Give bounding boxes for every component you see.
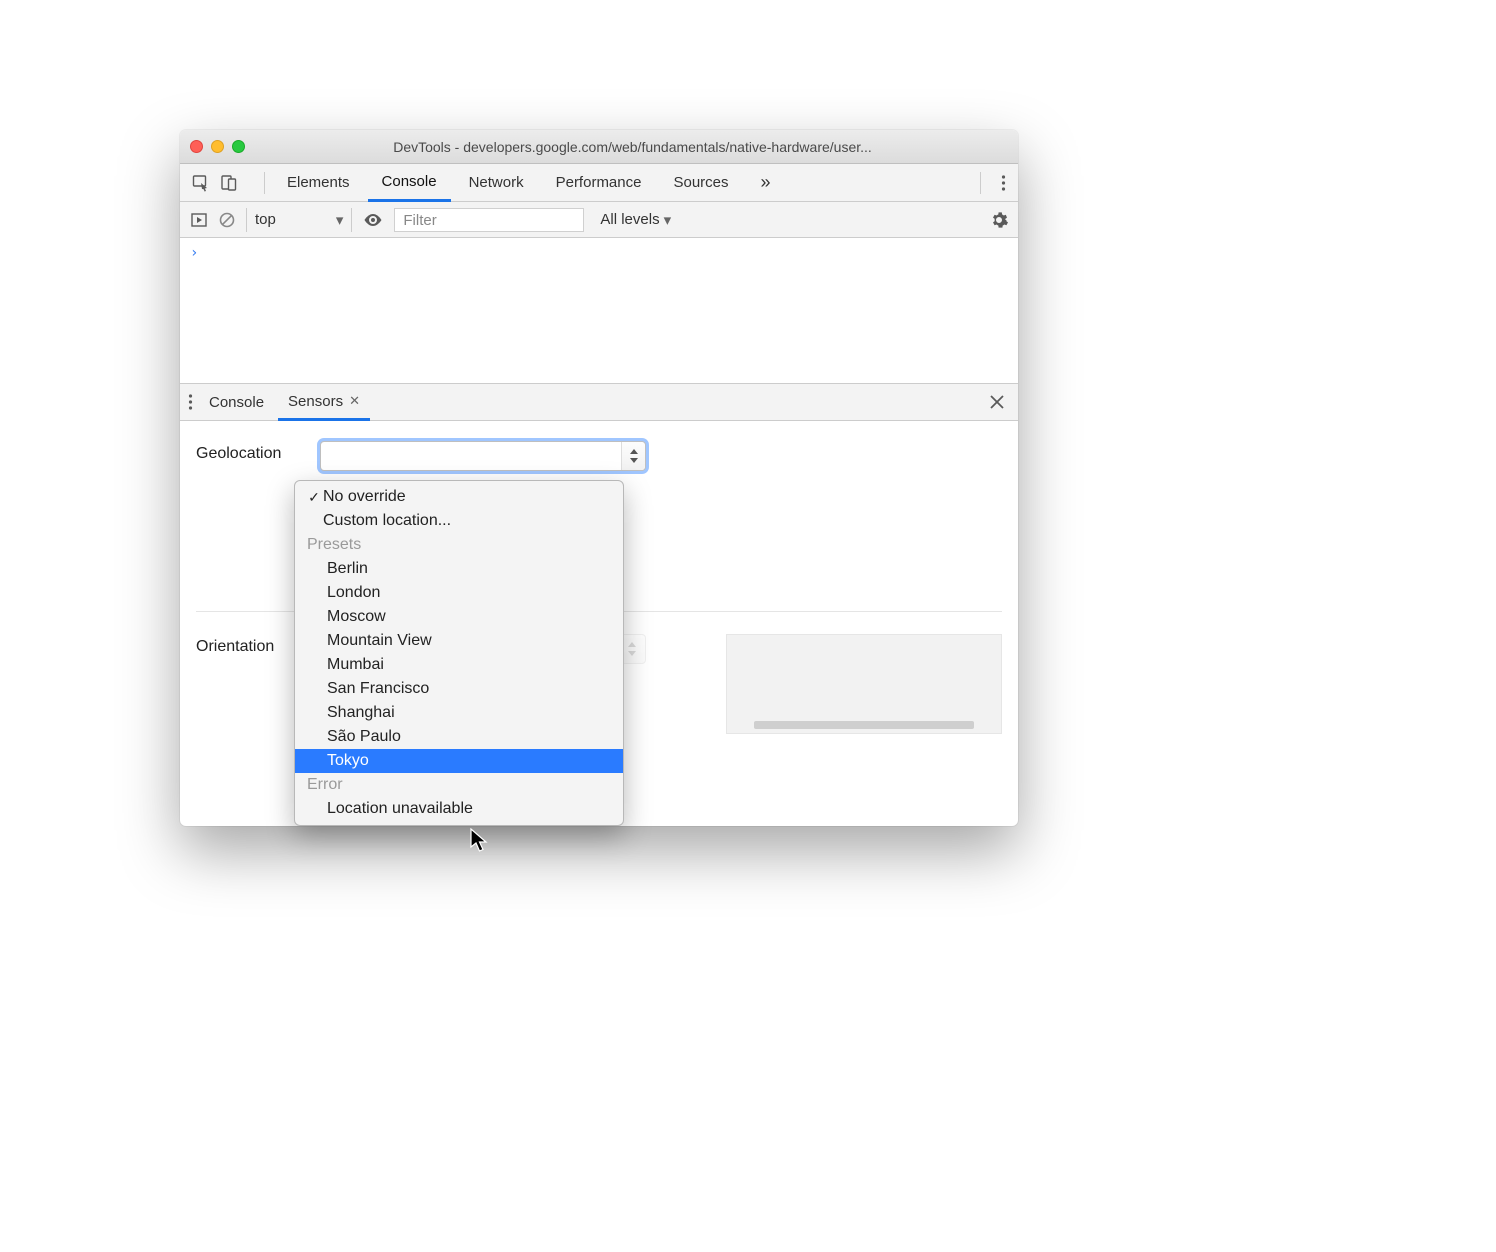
drawer-tab-sensors-label: Sensors [288, 393, 343, 410]
window-title: DevTools - developers.google.com/web/fun… [257, 139, 1008, 155]
dropdown-item-label: Custom location... [323, 512, 451, 530]
drawer-tab-sensors[interactable]: Sensors ✕ [278, 384, 370, 421]
execute-icon[interactable] [190, 211, 208, 229]
dropdown-item-shanghai[interactable]: Shanghai [295, 701, 623, 725]
tab-console[interactable]: Console [368, 164, 451, 202]
drawer-kebab-icon[interactable] [188, 393, 193, 411]
orientation-preview-device [754, 721, 974, 729]
divider [264, 172, 265, 194]
dropdown-item-location-unavailable[interactable]: Location unavailable [295, 797, 623, 821]
dropdown-item-mumbai[interactable]: Mumbai [295, 653, 623, 677]
dropdown-item-sao-paulo[interactable]: São Paulo [295, 725, 623, 749]
geolocation-row: Geolocation [196, 441, 1002, 471]
main-toolbar: Elements Console Network Performance Sou… [180, 164, 1018, 202]
tab-network[interactable]: Network [455, 164, 538, 201]
dropdown-item-no-override[interactable]: ✓ No override [295, 485, 623, 509]
clear-console-icon[interactable] [218, 211, 236, 229]
kebab-menu-icon[interactable] [1001, 174, 1006, 192]
geolocation-dropdown: ✓ No override Custom location... Presets… [294, 480, 624, 826]
panel-tabs: Elements Console Network Performance Sou… [273, 164, 785, 201]
close-window-button[interactable] [190, 140, 203, 153]
divider [980, 172, 981, 194]
window-titlebar: DevTools - developers.google.com/web/fun… [180, 130, 1018, 164]
dropdown-item-moscow[interactable]: Moscow [295, 605, 623, 629]
tabs-overflow-button[interactable]: » [747, 164, 785, 201]
dropdown-caret-icon: ▾ [664, 211, 672, 229]
dropdown-item-berlin[interactable]: Berlin [295, 557, 623, 581]
log-levels-selector[interactable]: All levels ▾ [600, 211, 671, 229]
console-prompt: › [190, 245, 198, 261]
geolocation-select[interactable] [320, 441, 646, 471]
log-levels-label: All levels [600, 211, 659, 228]
geolocation-label: Geolocation [196, 441, 306, 463]
console-toolbar: top ▾ Filter All levels ▾ [180, 202, 1018, 238]
live-expression-icon[interactable] [362, 212, 384, 228]
device-toolbar-icon[interactable] [220, 174, 238, 192]
check-icon: ✓ [305, 489, 323, 506]
traffic-lights [190, 140, 245, 153]
dropdown-item-mountain-view[interactable]: Mountain View [295, 629, 623, 653]
tab-performance[interactable]: Performance [542, 164, 656, 201]
close-drawer-icon[interactable] [990, 395, 1010, 409]
select-arrows-icon [621, 442, 645, 470]
console-settings-icon[interactable] [990, 211, 1008, 229]
orientation-preview [726, 634, 1002, 734]
context-selector-value: top [255, 211, 276, 228]
dropdown-item-custom-location[interactable]: Custom location... [295, 509, 623, 533]
dropdown-group-error: Error [295, 773, 623, 797]
dropdown-group-presets: Presets [295, 533, 623, 557]
dropdown-item-label: No override [323, 488, 406, 506]
tab-sources[interactable]: Sources [659, 164, 742, 201]
maximize-window-button[interactable] [232, 140, 245, 153]
drawer-tabs: Console Sensors ✕ [199, 384, 370, 420]
console-output[interactable]: › [180, 238, 1018, 383]
cursor-icon [470, 828, 490, 859]
dropdown-item-london[interactable]: London [295, 581, 623, 605]
dropdown-item-san-francisco[interactable]: San Francisco [295, 677, 623, 701]
dropdown-caret-icon: ▾ [336, 211, 344, 229]
filter-input[interactable]: Filter [394, 208, 584, 232]
tab-elements[interactable]: Elements [273, 164, 364, 201]
context-selector[interactable]: top ▾ [246, 208, 352, 232]
dropdown-item-tokyo[interactable]: Tokyo [295, 749, 623, 773]
close-tab-icon[interactable]: ✕ [349, 393, 360, 409]
orientation-label: Orientation [196, 634, 306, 656]
drawer-tab-console[interactable]: Console [199, 384, 274, 420]
inspect-element-icon[interactable] [192, 174, 210, 192]
minimize-window-button[interactable] [211, 140, 224, 153]
drawer-toolbar: Console Sensors ✕ [180, 383, 1018, 421]
